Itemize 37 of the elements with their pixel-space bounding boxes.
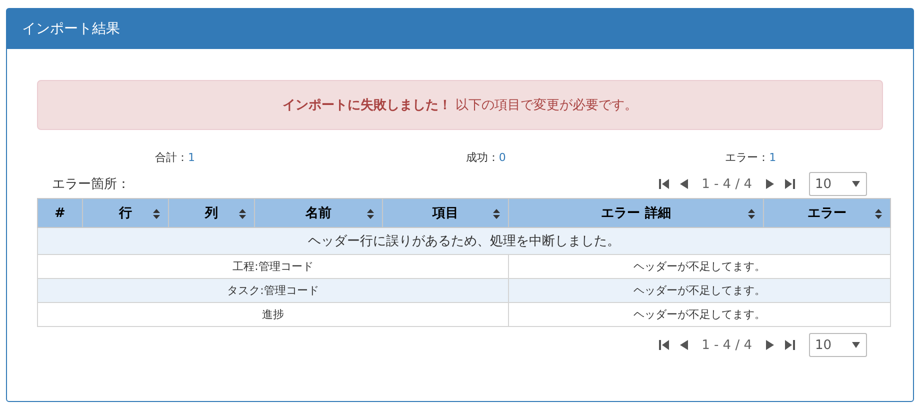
first-page-button[interactable] <box>656 177 671 191</box>
table-cell: ヘッダーが不足してます。 <box>508 278 890 302</box>
error-alert: インポートに失敗しました！ 以下の項目で変更が必要です。 <box>37 80 883 130</box>
table-cell: タスク:管理コード <box>38 278 508 302</box>
summary-value: 1 <box>188 151 195 164</box>
sort-icon <box>875 209 882 219</box>
sort-icon <box>748 209 755 219</box>
column-header[interactable]: 行 <box>82 198 168 228</box>
column-header[interactable]: 列 <box>168 198 254 228</box>
summary-label: 合計： <box>155 151 188 164</box>
column-header[interactable]: 名前 <box>254 198 382 228</box>
page-size-select[interactable]: 10 <box>809 333 867 357</box>
table-cell: ヘッダーが不足してます。 <box>508 302 890 326</box>
column-header[interactable]: エラー 詳細 <box>508 198 764 228</box>
summary-label: 成功： <box>466 151 499 164</box>
column-header[interactable]: エラー <box>764 198 890 228</box>
summary-value: 1 <box>769 151 776 164</box>
column-header[interactable]: 項目 <box>382 198 508 228</box>
table-cell: 進捗 <box>38 302 508 326</box>
summary-label: エラー： <box>725 151 770 164</box>
page-range: 1 - 4 / 4 <box>702 338 752 352</box>
table-cell: ヘッダー行に誤りがあるため、処理を中断しました。 <box>38 228 890 254</box>
panel-title: インポート結果 <box>22 20 120 38</box>
dropdown-caret-icon <box>852 181 860 187</box>
summary-value: 0 <box>498 151 506 164</box>
error-location-label: エラー箇所： <box>51 176 130 193</box>
sort-icon <box>493 209 500 219</box>
dropdown-caret-icon <box>852 342 860 348</box>
sort-icon <box>239 209 246 219</box>
first-page-button[interactable] <box>656 338 671 352</box>
page-range: 1 - 4 / 4 <box>702 176 752 192</box>
sort-icon <box>153 209 160 219</box>
last-page-button[interactable] <box>783 177 797 191</box>
column-header: # <box>38 198 82 228</box>
page-size-select[interactable]: 10 <box>809 172 867 196</box>
last-page-button[interactable] <box>783 338 797 352</box>
sort-icon <box>367 209 374 219</box>
